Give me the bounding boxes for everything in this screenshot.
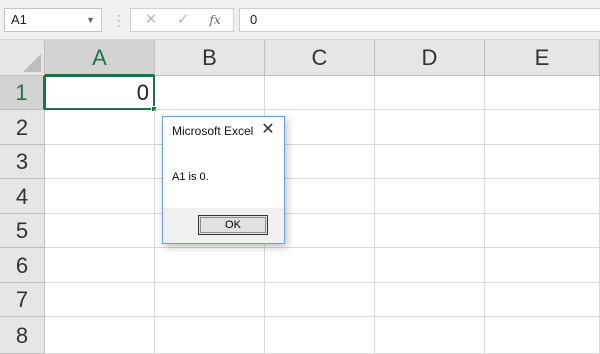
cell-d7[interactable]: [375, 283, 485, 317]
cell-b6[interactable]: [155, 248, 265, 283]
row-header-8[interactable]: 8: [0, 317, 45, 354]
row-header-4[interactable]: 4: [0, 179, 45, 214]
close-icon[interactable]: ✕: [259, 120, 277, 140]
column-header-b[interactable]: B: [155, 40, 265, 76]
formula-buttons: ✕ ✓ fx: [130, 8, 234, 32]
cell-e8[interactable]: [485, 317, 600, 354]
cell-e7[interactable]: [485, 283, 600, 317]
name-box[interactable]: A1 ▼: [4, 8, 102, 32]
row-header-7[interactable]: 7: [0, 283, 45, 317]
dialog-title: Microsoft Excel: [172, 124, 254, 138]
cell-a7[interactable]: [45, 283, 155, 317]
cell-c1[interactable]: [265, 76, 375, 110]
cell-d6[interactable]: [375, 248, 485, 283]
cell-b7[interactable]: [155, 283, 265, 317]
cell-a1[interactable]: 0: [44, 75, 155, 110]
cell-a8[interactable]: [45, 317, 155, 354]
name-box-value: A1: [11, 12, 27, 27]
cell-c8[interactable]: [265, 317, 375, 354]
dialog-message: A1 is 0.: [172, 171, 209, 183]
cell-c7[interactable]: [265, 283, 375, 317]
insert-function-icon[interactable]: fx: [203, 9, 227, 31]
cell-a2[interactable]: [45, 110, 155, 145]
cell-d8[interactable]: [375, 317, 485, 354]
more-options-icon[interactable]: ⋮: [112, 11, 126, 29]
ok-button[interactable]: OK: [198, 215, 268, 235]
cell-a3[interactable]: [45, 145, 155, 179]
cell-d1[interactable]: [375, 76, 485, 110]
cell-a6[interactable]: [45, 248, 155, 283]
cell-b1[interactable]: [155, 76, 265, 110]
cell-b8[interactable]: [155, 317, 265, 354]
cell-d5[interactable]: [375, 214, 485, 248]
cell-d3[interactable]: [375, 145, 485, 179]
column-header-c[interactable]: C: [265, 40, 375, 76]
row-header-6[interactable]: 6: [0, 248, 45, 283]
cell-d2[interactable]: [375, 110, 485, 145]
cell-e3[interactable]: [485, 145, 600, 179]
select-all-button[interactable]: [0, 40, 45, 76]
cell-a4[interactable]: [45, 179, 155, 214]
cell-a5[interactable]: [45, 214, 155, 248]
row-header-5[interactable]: 5: [0, 214, 45, 248]
cell-d4[interactable]: [375, 179, 485, 214]
formula-bar: A1 ▼ ⋮ ✕ ✓ fx 0: [0, 0, 600, 40]
column-header-e[interactable]: E: [485, 40, 600, 76]
enter-icon[interactable]: ✓: [171, 9, 195, 31]
column-header-d[interactable]: D: [375, 40, 485, 76]
row-header-1[interactable]: 1: [0, 76, 45, 110]
column-header-a[interactable]: A: [45, 40, 155, 76]
cell-e2[interactable]: [485, 110, 600, 145]
message-box: Microsoft Excel ✕ A1 is 0. OK: [162, 116, 285, 244]
cell-e5[interactable]: [485, 214, 600, 248]
cell-e4[interactable]: [485, 179, 600, 214]
dialog-footer: OK: [163, 208, 284, 243]
formula-input[interactable]: 0: [239, 8, 600, 32]
row-header-3[interactable]: 3: [0, 145, 45, 179]
cell-e6[interactable]: [485, 248, 600, 283]
row-header-2[interactable]: 2: [0, 110, 45, 145]
cell-e1[interactable]: [485, 76, 600, 110]
chevron-down-icon[interactable]: ▼: [86, 9, 95, 31]
cell-c6[interactable]: [265, 248, 375, 283]
cancel-icon[interactable]: ✕: [139, 9, 163, 31]
select-all-triangle: [23, 54, 41, 72]
